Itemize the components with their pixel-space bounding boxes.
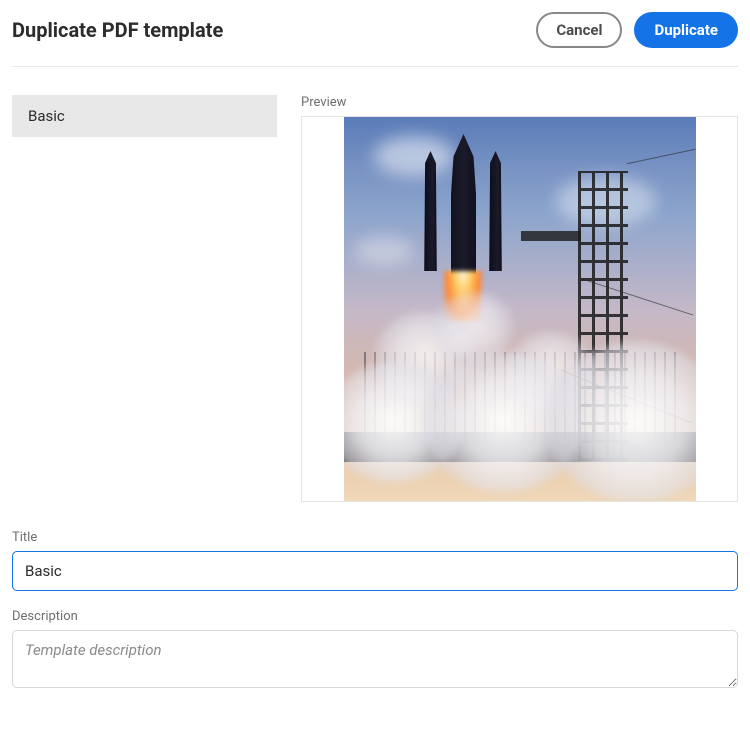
dialog-actions: Cancel Duplicate bbox=[536, 12, 738, 48]
description-label: Description bbox=[12, 609, 738, 624]
dialog-title: Duplicate PDF template bbox=[12, 18, 223, 42]
template-list-item[interactable]: Basic bbox=[12, 95, 277, 137]
preview-section: Preview bbox=[301, 95, 738, 502]
description-textarea[interactable] bbox=[12, 630, 738, 688]
preview-box bbox=[301, 116, 738, 502]
description-form-group: Description bbox=[12, 609, 738, 692]
duplicate-button[interactable]: Duplicate bbox=[634, 12, 738, 48]
title-label: Title bbox=[12, 530, 738, 545]
template-list: Basic bbox=[12, 95, 277, 502]
cancel-button[interactable]: Cancel bbox=[536, 12, 622, 48]
title-input[interactable] bbox=[12, 551, 738, 591]
preview-label: Preview bbox=[301, 95, 738, 110]
title-form-group: Title bbox=[12, 530, 738, 591]
content-row: Basic Preview bbox=[12, 95, 738, 502]
preview-image bbox=[344, 116, 696, 502]
template-list-item-label: Basic bbox=[28, 107, 65, 125]
dialog-header: Duplicate PDF template Cancel Duplicate bbox=[12, 12, 738, 67]
